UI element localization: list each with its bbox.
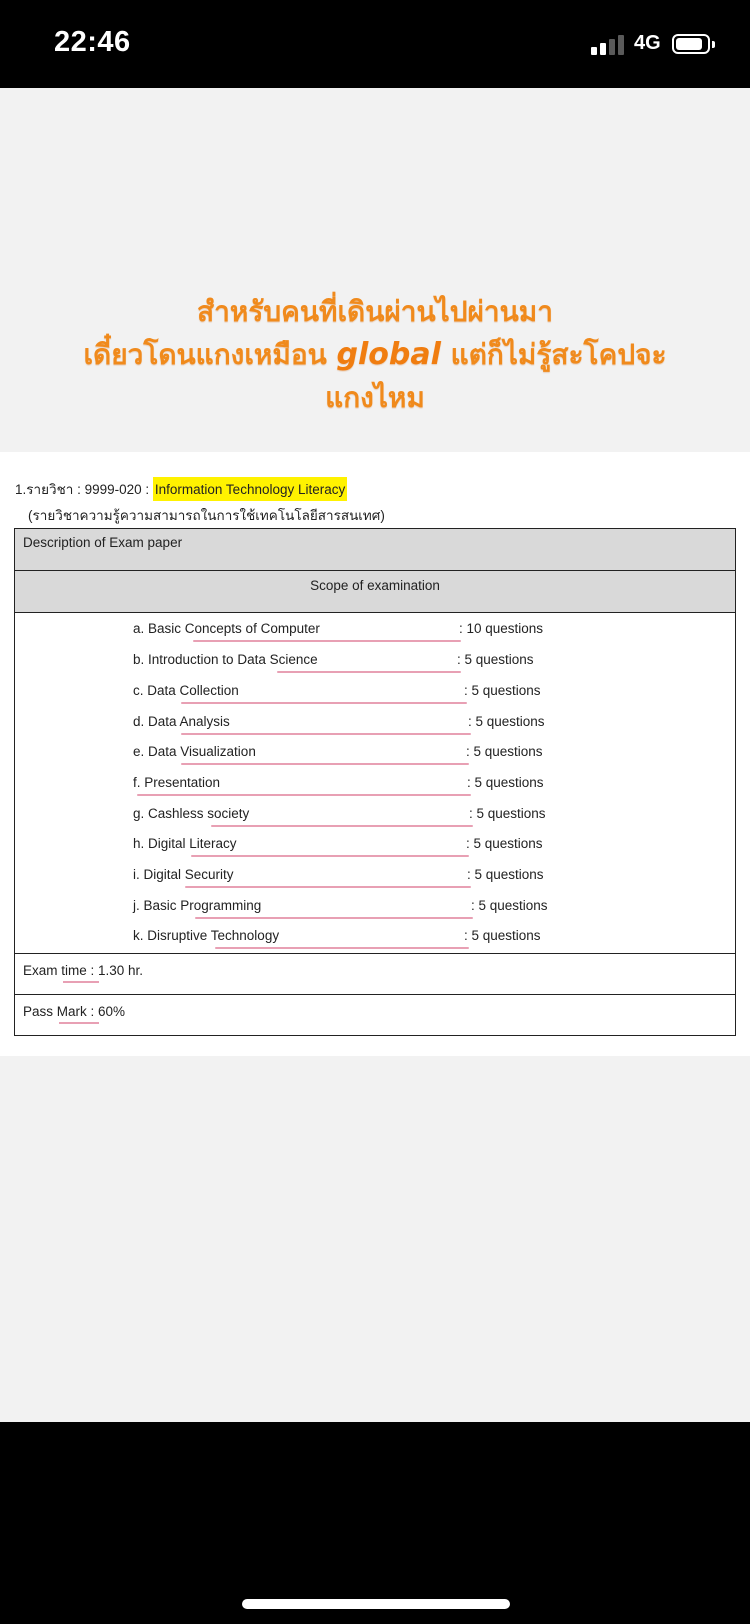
scope-header-row: Scope of examination (15, 571, 735, 613)
post-image: สำหรับคนที่เดินผ่านไปผ่านมา เดี๋ยวโดนแกง… (0, 88, 750, 1422)
annotation-underline (193, 640, 461, 642)
list-item: b. Introduction to Data Science : 5 ques… (133, 649, 693, 680)
annotation-underline (181, 763, 469, 765)
list-item: c. Data Collection : 5 questions (133, 680, 693, 711)
annotation-underline (215, 947, 469, 949)
home-indicator[interactable] (242, 1599, 510, 1609)
list-item: h. Digital Literacy : 5 questions (133, 833, 693, 864)
topic-name: b. Introduction to Data Science (133, 652, 318, 667)
annotation-underline (59, 1022, 99, 1024)
course-thai-name: (รายวิชาความรู้ความสามารถในการใช้เทคโนโล… (28, 508, 385, 523)
description-header: Description of Exam paper (23, 535, 183, 550)
status-bar: 22:46 4G (0, 0, 750, 88)
exam-document: 1.รายวิชา : 9999-020 : Information Techn… (0, 452, 750, 1056)
battery-level (676, 38, 702, 50)
caption-line-3: แกงไหม (325, 381, 425, 414)
caption-line-2-end: แต่ก็ไม่รู้สะโคปจะ (440, 338, 667, 371)
topic-name: g. Cashless society (133, 806, 250, 821)
caption-line-1: สำหรับคนที่เดินผ่านไปผ่านมา (197, 295, 553, 328)
annotation-underline (137, 794, 471, 796)
course-title: 1.รายวิชา : 9999-020 : Information Techn… (15, 477, 348, 501)
topic-name: a. Basic Concepts of Computer (133, 621, 320, 636)
scope-header: Scope of examination (310, 578, 440, 593)
annotation-underline (195, 917, 473, 919)
topic-count: : 5 questions (464, 683, 541, 698)
list-item: f. Presentation : 5 questions (133, 772, 693, 803)
list-item: i. Digital Security : 5 questions (133, 864, 693, 895)
topic-name: f. Presentation (133, 775, 221, 790)
topic-count: : 5 questions (466, 744, 543, 759)
cellular-signal-icon (591, 33, 629, 55)
topic-count: : 5 questions (466, 836, 543, 851)
exam-time-row: Exam time : 1.30 hr. (15, 954, 735, 995)
list-item: a. Basic Concepts of Computer : 10 quest… (133, 618, 693, 649)
annotation-underline (63, 981, 99, 983)
caption-line-2: เดี๋ยวโดนแกงเหมือน global แต่ก็ไม่รู้สะโ… (0, 333, 750, 376)
annotation-underline (181, 702, 467, 704)
exam-table: Description of Exam paper Scope of exami… (14, 528, 736, 1036)
network-type: 4G (634, 32, 661, 54)
description-header-row: Description of Exam paper (15, 529, 735, 571)
list-item: k. Disruptive Technology : 5 questions (133, 925, 693, 956)
topic-count: : 5 questions (467, 775, 544, 790)
list-item: e. Data Visualization : 5 questions (133, 741, 693, 772)
topic-count: : 5 questions (468, 714, 545, 729)
course-name-highlight: Information Technology Literacy (152, 477, 348, 501)
caption-line-2-start: เดี๋ยวโดนแกงเหมือน (83, 338, 337, 371)
topic-count: : 5 questions (469, 806, 546, 821)
status-time: 22:46 (54, 26, 131, 58)
battery-tip (712, 41, 715, 48)
annotation-underline (211, 825, 473, 827)
topic-name: i. Digital Security (133, 867, 234, 882)
annotation-underline (185, 886, 471, 888)
topic-count: : 5 questions (457, 652, 534, 667)
pass-mark-row: Pass Mark : 60% (15, 995, 735, 1035)
caption-emphasis: global (336, 337, 441, 372)
course-code: 1.รายวิชา : 9999-020 : (15, 482, 153, 497)
pass-mark: Pass Mark : 60% (23, 1004, 126, 1019)
topic-name: j. Basic Programming (133, 898, 262, 913)
list-item: j. Basic Programming : 5 questions (133, 895, 693, 926)
topic-name: d. Data Analysis (133, 714, 230, 729)
list-item: d. Data Analysis : 5 questions (133, 711, 693, 742)
list-item: g. Cashless society : 5 questions (133, 803, 693, 834)
topic-count: : 5 questions (464, 928, 541, 943)
topic-name: e. Data Visualization (133, 744, 256, 759)
annotation-underline (191, 855, 469, 857)
topic-name: k. Disruptive Technology (133, 928, 280, 943)
topic-name: c. Data Collection (133, 683, 239, 698)
annotation-underline (277, 671, 461, 673)
topic-count: : 5 questions (471, 898, 548, 913)
exam-time: Exam time : 1.30 hr. (23, 963, 144, 978)
topic-count: : 10 questions (459, 621, 544, 636)
battery-icon (672, 34, 710, 54)
annotation-underline (181, 733, 471, 735)
caption-text: สำหรับคนที่เดินผ่านไปผ่านมา เดี๋ยวโดนแกง… (0, 290, 750, 419)
topic-count: : 5 questions (467, 867, 544, 882)
topic-name: h. Digital Literacy (133, 836, 237, 851)
scope-list: a. Basic Concepts of Computer : 10 quest… (15, 613, 735, 954)
